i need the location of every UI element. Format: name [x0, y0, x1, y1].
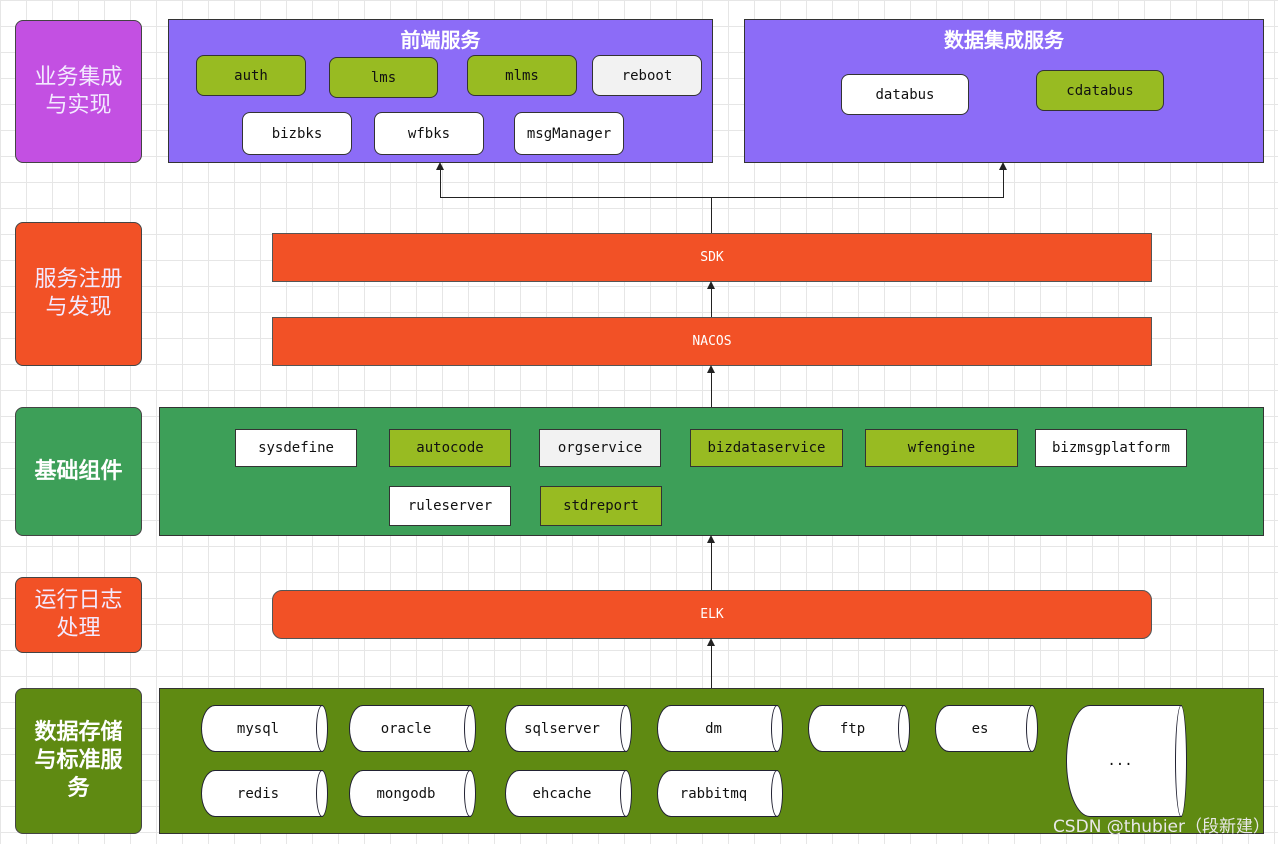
storage-label: ftp — [839, 720, 866, 737]
connector — [1003, 167, 1004, 197]
component-autocode[interactable]: autocode — [389, 429, 511, 467]
service-cdatabus[interactable]: cdatabus — [1036, 70, 1164, 111]
storage-label: sqlserver — [524, 720, 600, 737]
service-mlms[interactable]: mlms — [467, 55, 577, 96]
arrow-head-icon — [999, 162, 1007, 170]
storage-label: ... — [1107, 753, 1133, 769]
storage-more[interactable]: ... — [1066, 705, 1187, 817]
arrow-head-icon — [707, 535, 715, 543]
storage-label: oracle — [380, 720, 432, 737]
arrow-head-icon — [707, 638, 715, 646]
storage-label: redis — [236, 785, 280, 802]
storage-label: ehcache — [532, 785, 592, 802]
connector — [711, 197, 712, 233]
storage-label: mysql — [236, 720, 280, 737]
storage-label: mongodb — [376, 785, 436, 802]
storage-es[interactable]: es — [935, 705, 1038, 752]
storage-oracle[interactable]: oracle — [349, 705, 476, 752]
watermark: CSDN @thubier（段新建） — [1052, 817, 1270, 837]
storage-label: rabbitmq — [679, 785, 748, 802]
data-integration-title: 数据集成服务 — [944, 28, 1064, 52]
connector — [711, 372, 712, 407]
connector — [711, 645, 712, 688]
component-sysdefine[interactable]: sysdefine — [235, 429, 357, 467]
layer-label-storage: 数据存储与标准服务 — [15, 688, 142, 834]
storage-sqlserver[interactable]: sqlserver — [505, 705, 632, 752]
components-panel — [159, 407, 1264, 536]
component-bizdataservice[interactable]: bizdataservice — [690, 429, 843, 467]
nacos-bar[interactable]: NACOS — [272, 317, 1152, 366]
storage-label: dm — [705, 720, 722, 737]
frontend-title: 前端服务 — [400, 28, 481, 52]
storage-dm[interactable]: dm — [657, 705, 783, 752]
arrow-head-icon — [707, 365, 715, 373]
connector — [711, 288, 712, 317]
data-integration-panel: 数据集成服务 — [744, 19, 1264, 163]
service-wfbks[interactable]: wfbks — [374, 112, 484, 155]
layer-label-integration: 业务集成与实现 — [15, 20, 142, 163]
storage-ftp[interactable]: ftp — [808, 705, 910, 752]
layer-label-logging: 运行日志处理 — [15, 577, 142, 653]
service-reboot[interactable]: reboot — [592, 55, 702, 96]
storage-mysql[interactable]: mysql — [201, 705, 328, 752]
component-ruleserver[interactable]: ruleserver — [389, 486, 511, 526]
storage-ehcache[interactable]: ehcache — [505, 770, 632, 817]
sdk-bar[interactable]: SDK — [272, 233, 1152, 282]
elk-bar[interactable]: ELK — [272, 590, 1152, 639]
component-bizmsgplatform[interactable]: bizmsgplatform — [1035, 429, 1187, 467]
service-bizbks[interactable]: bizbks — [242, 112, 352, 155]
storage-rabbitmq[interactable]: rabbitmq — [657, 770, 783, 817]
service-msgmanager[interactable]: msgManager — [514, 112, 624, 155]
connector — [711, 542, 712, 590]
arrow-head-icon — [707, 281, 715, 289]
storage-mongodb[interactable]: mongodb — [349, 770, 476, 817]
service-lms[interactable]: lms — [329, 57, 438, 98]
arrow-head-icon — [436, 162, 444, 170]
service-auth[interactable]: auth — [196, 55, 306, 96]
connector — [440, 197, 1004, 198]
service-databus[interactable]: databus — [841, 74, 969, 115]
component-wfengine[interactable]: wfengine — [865, 429, 1018, 467]
layer-label-registry: 服务注册与发现 — [15, 222, 142, 366]
component-orgservice[interactable]: orgservice — [539, 429, 661, 467]
connector — [440, 167, 441, 197]
storage-label: es — [971, 720, 989, 737]
component-stdreport[interactable]: stdreport — [540, 486, 662, 526]
layer-label-components: 基础组件 — [15, 407, 142, 536]
storage-redis[interactable]: redis — [201, 770, 328, 817]
